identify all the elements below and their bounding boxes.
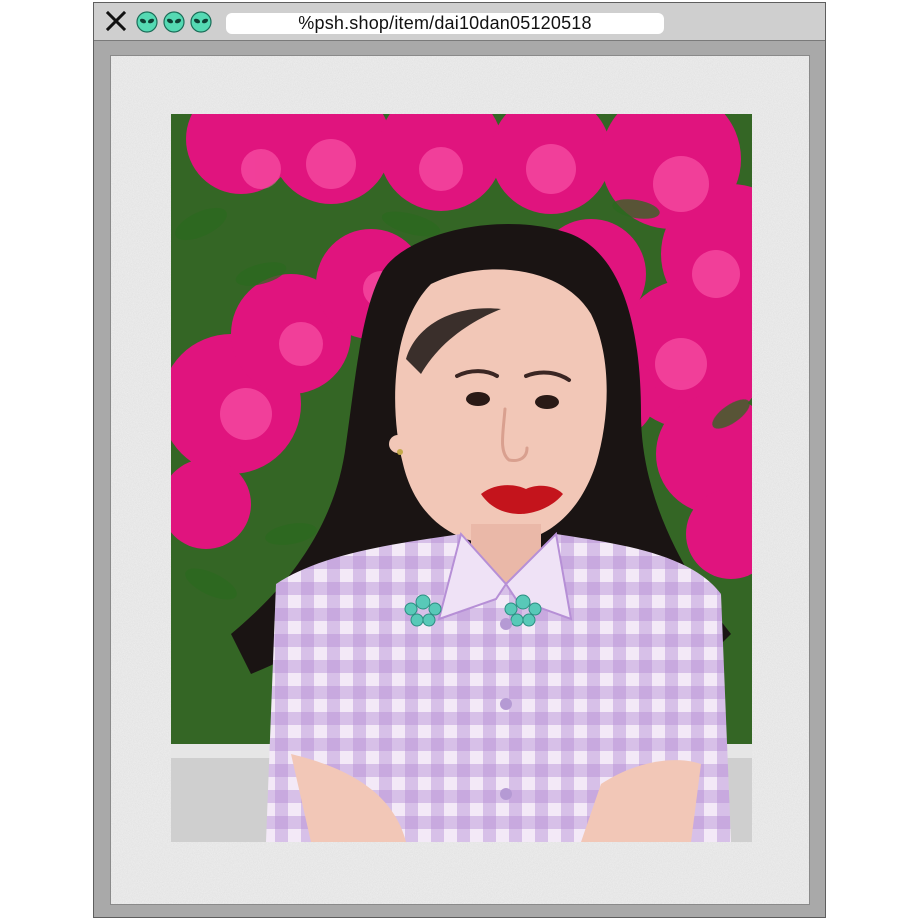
- alien-icon[interactable]: [136, 11, 158, 33]
- close-icon[interactable]: [104, 9, 128, 33]
- page-content: [110, 55, 810, 905]
- title-bar: %psh.shop/item/dai10dan05120518: [94, 3, 825, 41]
- product-photo[interactable]: [171, 114, 752, 842]
- alien-icon[interactable]: [190, 11, 212, 33]
- address-bar[interactable]: %psh.shop/item/dai10dan05120518: [226, 13, 664, 34]
- browser-window: %psh.shop/item/dai10dan05120518: [93, 2, 826, 918]
- portrait-photo: [171, 114, 752, 842]
- alien-icon[interactable]: [163, 11, 185, 33]
